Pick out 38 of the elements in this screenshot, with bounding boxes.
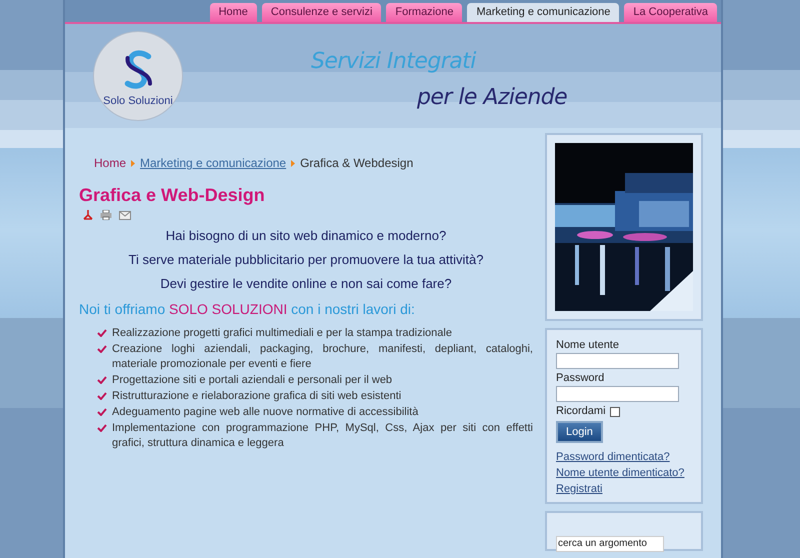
- question-text: Devi gestire le vendite online e non sai come fare?: [160, 275, 452, 293]
- logo-text: Solo Soluzioni: [103, 94, 173, 108]
- account-link[interactable]: Password dimenticata?: [556, 450, 692, 464]
- banner-tagline: Servizi Integrati: [311, 48, 478, 76]
- breadcrumb-current: Grafica & Webdesign: [300, 155, 414, 172]
- nav-tab[interactable]: Home: [210, 3, 257, 22]
- field-label: Nome utente: [556, 338, 620, 353]
- banner-subline: per le Aziende: [417, 84, 568, 112]
- login-button[interactable]: Login: [556, 421, 603, 443]
- pdf-icon[interactable]: [83, 210, 93, 220]
- feature-item: Ristrutturazione e rielaborazione grafica di siti web esistenti: [112, 389, 402, 404]
- input-field[interactable]: [556, 386, 679, 402]
- chevron-icon: [291, 160, 296, 166]
- question-text: Ti serve materiale pubblicitario per promuovere la tua attività?: [128, 251, 484, 269]
- breadcrumb-link[interactable]: Home: [94, 154, 126, 172]
- nav-tab[interactable]: Marketing e comunicazione: [467, 3, 620, 22]
- mail-icon[interactable]: [119, 210, 131, 220]
- remember-label: Ricordami: [556, 404, 606, 419]
- feature-item: Realizzazione progetti grafici multimediali e per la stampa tradizionale: [112, 326, 453, 341]
- nav-tab[interactable]: Formazione: [386, 3, 462, 22]
- feature-item: Progettazione siti e portali aziendali e personali per il web: [112, 373, 394, 388]
- search-field[interactable]: cerca un argomento: [556, 536, 664, 552]
- feature-item: Adeguamento pagine web alle nuove normative di accessibilità: [112, 405, 420, 420]
- feature-item: Creazione loghi aziendali, packaging, brochure, manifesti, depliant, cataloghi, materiale promozionale per eventi e fiere: [112, 342, 533, 372]
- account-link[interactable]: Nome utente dimenticato?: [556, 466, 692, 480]
- question-text: Hai bisogno di un sito web dinamico e moderno?: [166, 227, 446, 245]
- chevron-icon: [131, 160, 136, 166]
- print-icon[interactable]: [100, 210, 112, 220]
- input-field[interactable]: [556, 353, 679, 369]
- intro-text: Noi ti offriamo SOLO SOLUZIONI con i nostri lavori di:: [79, 300, 416, 319]
- article-title: Grafica e Web-Design: [79, 184, 266, 206]
- remember-checkbox[interactable]: [610, 406, 620, 416]
- field-label: Password: [556, 371, 606, 386]
- account-link[interactable]: Registrati: [556, 482, 692, 496]
- feature-item: Implementazione con programmazione PHP, MySql, Css, Ajax per siti con effetti grafici, struttura dinamica e leggera: [112, 421, 533, 451]
- nav-tab[interactable]: La Cooperativa: [624, 3, 717, 22]
- breadcrumb-link[interactable]: Marketing e comunicazione: [140, 154, 286, 172]
- nav-tab[interactable]: Consulenze e servizi: [262, 3, 382, 22]
